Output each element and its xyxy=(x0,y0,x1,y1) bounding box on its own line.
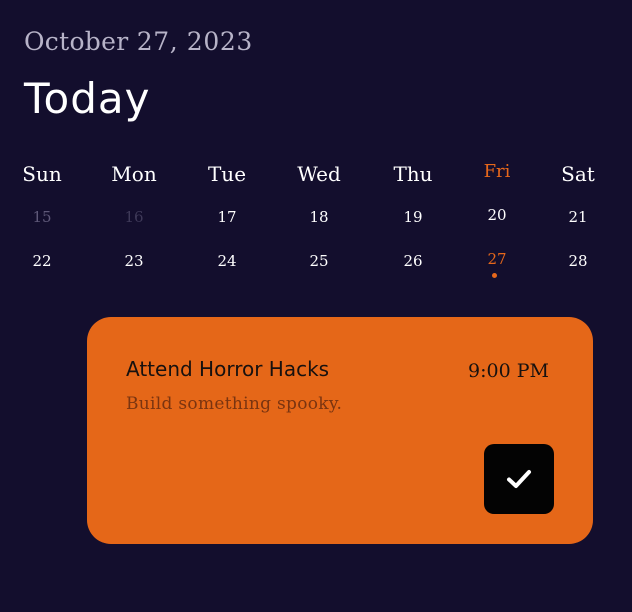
calendar-day[interactable]: 15 xyxy=(2,208,82,226)
calendar-day[interactable]: 18 xyxy=(279,208,359,226)
check-icon xyxy=(507,470,531,488)
event-description: Build something spooky. xyxy=(126,394,343,414)
calendar-day[interactable]: 20 xyxy=(457,206,537,224)
calendar-day[interactable]: 19 xyxy=(373,208,453,226)
event-indicator-dot xyxy=(492,273,497,278)
date-month: October xyxy=(24,27,129,56)
event-title: Attend Horror Hacks xyxy=(126,357,330,381)
calendar-day[interactable]: 25 xyxy=(279,252,359,270)
calendar-day[interactable]: 23 xyxy=(94,252,174,270)
weekday-tue: Tue xyxy=(207,162,247,186)
calendar-day-selected[interactable]: 27 xyxy=(457,250,537,268)
weekday-fri-selected: Fri xyxy=(483,161,511,182)
current-date: October 27, 2023 xyxy=(24,27,253,56)
weekday-sun: Sun xyxy=(22,162,62,186)
weekday-mon: Mon xyxy=(111,162,157,186)
event-card[interactable]: Attend Horror Hacks 9:00 PM Build someth… xyxy=(87,317,593,544)
calendar-day[interactable]: 24 xyxy=(187,252,267,270)
calendar-day[interactable]: 26 xyxy=(373,252,453,270)
calendar-day[interactable]: 16 xyxy=(94,208,174,226)
date-rest: 27, 2023 xyxy=(136,27,253,56)
complete-event-button[interactable] xyxy=(484,444,554,514)
calendar-day[interactable]: 28 xyxy=(538,252,618,270)
weekday-sat: Sat xyxy=(561,162,595,186)
calendar-day[interactable]: 22 xyxy=(2,252,82,270)
calendar-day[interactable]: 17 xyxy=(187,208,267,226)
weekday-thu: Thu xyxy=(393,162,433,186)
page-title: Today xyxy=(24,74,151,123)
weekday-wed: Wed xyxy=(297,162,341,186)
event-time: 9:00 PM xyxy=(468,360,549,382)
calendar-day[interactable]: 21 xyxy=(538,208,618,226)
